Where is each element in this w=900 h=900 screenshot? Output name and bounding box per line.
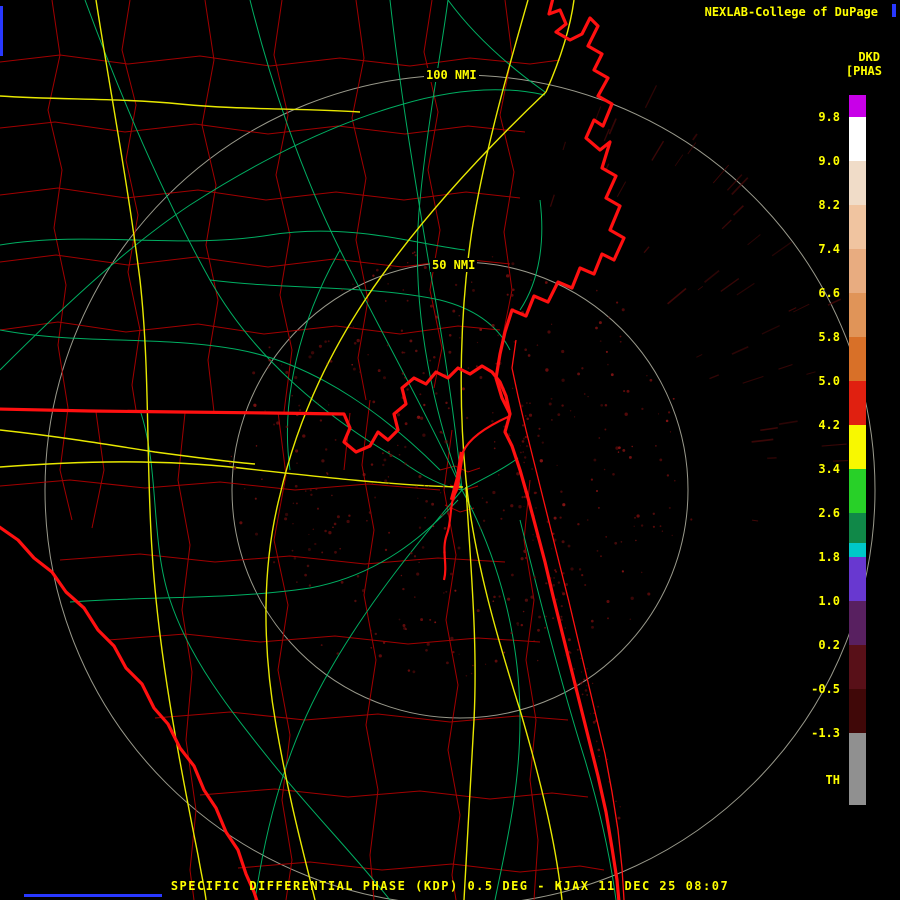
colorbar-segment xyxy=(849,205,866,249)
range-ring-50nmi-label: 50 NMI xyxy=(430,258,478,272)
colorbar-tick: 7.4 xyxy=(818,242,840,256)
colorbar-segment xyxy=(849,425,866,469)
colorbar-tick: 9.0 xyxy=(818,154,840,168)
colorbar-segment xyxy=(849,337,866,381)
colorbar-segment xyxy=(849,381,866,425)
colorbar-tick: 3.4 xyxy=(818,462,840,476)
range-ring-100nmi-label: 100 NMI xyxy=(424,68,479,82)
colorbar-tick: -1.3 xyxy=(811,726,840,740)
colorbar-tick: 8.2 xyxy=(818,198,840,212)
colorbar-tick: 1.8 xyxy=(818,550,840,564)
colorbar-segment xyxy=(849,161,866,205)
colorbar-segment xyxy=(849,293,866,337)
colorbar-tick: 9.8 xyxy=(818,110,840,124)
colorbar-tick: 5.0 xyxy=(818,374,840,388)
colorbar-tick: 5.8 xyxy=(818,330,840,344)
st-johns-river-wide xyxy=(449,451,465,501)
attribution-text: NEXLAB-College of DuPage xyxy=(704,5,878,19)
colorbar-segment xyxy=(849,543,866,557)
edge-marker-left xyxy=(0,6,3,56)
colorbar-tick: 1.0 xyxy=(818,594,840,608)
colorbar-segment xyxy=(849,95,866,117)
radar-map xyxy=(0,0,876,900)
colorbar-tick: 6.6 xyxy=(818,286,840,300)
colorbar-segment xyxy=(849,557,866,601)
colorbar-threshold-label: TH xyxy=(825,773,840,787)
colorbar-segments xyxy=(849,95,866,805)
edge-marker-bottom xyxy=(24,894,162,897)
radar-echo-speckle xyxy=(228,85,848,823)
colorbar-tick: -0.5 xyxy=(811,682,840,696)
colorbar-segment xyxy=(849,513,866,543)
product-id-label: DKD xyxy=(858,50,880,64)
colorbar-segment xyxy=(849,117,866,161)
colorbar-segment xyxy=(849,469,866,513)
colorbar-tick: 4.2 xyxy=(818,418,840,432)
colorbar-segment xyxy=(849,689,866,733)
colorbar-segment xyxy=(849,733,866,805)
colorbar-tick: 2.6 xyxy=(818,506,840,520)
state-border-path xyxy=(0,364,512,454)
units-label: [PHAS xyxy=(845,64,882,78)
coastline-path xyxy=(494,0,626,900)
colorbar-tick: 0.2 xyxy=(818,638,840,652)
edge-marker-top-right xyxy=(892,4,896,17)
roads xyxy=(0,0,617,900)
status-bar: SPECIFIC DIFFERENTIAL PHASE (KDP) 0.5 DE… xyxy=(170,879,730,893)
colorbar-segment xyxy=(849,645,866,689)
colorbar-segment xyxy=(849,601,866,645)
colorbar-segment xyxy=(849,249,866,293)
